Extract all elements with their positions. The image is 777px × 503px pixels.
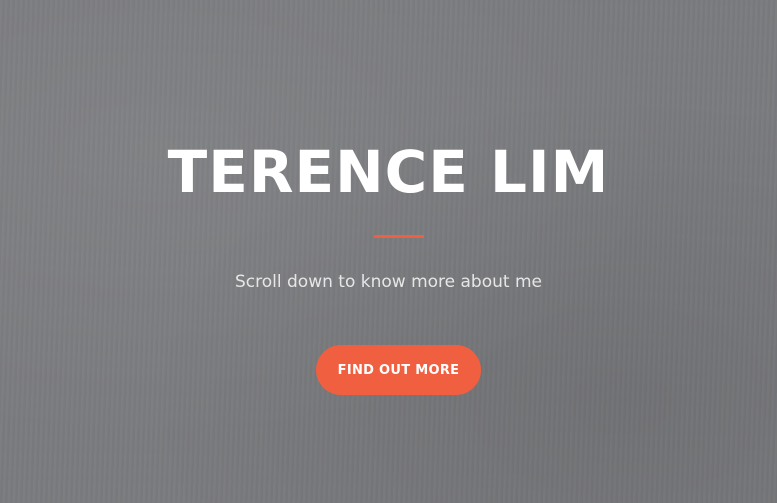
page-title: TERENCE LIM bbox=[167, 138, 610, 206]
hero-subtitle: Scroll down to know more about me bbox=[235, 272, 542, 292]
title-divider bbox=[374, 235, 424, 238]
hero-section: TERENCE LIM Scroll down to know more abo… bbox=[0, 0, 777, 503]
find-out-more-button[interactable]: FIND OUT MORE bbox=[316, 345, 481, 395]
